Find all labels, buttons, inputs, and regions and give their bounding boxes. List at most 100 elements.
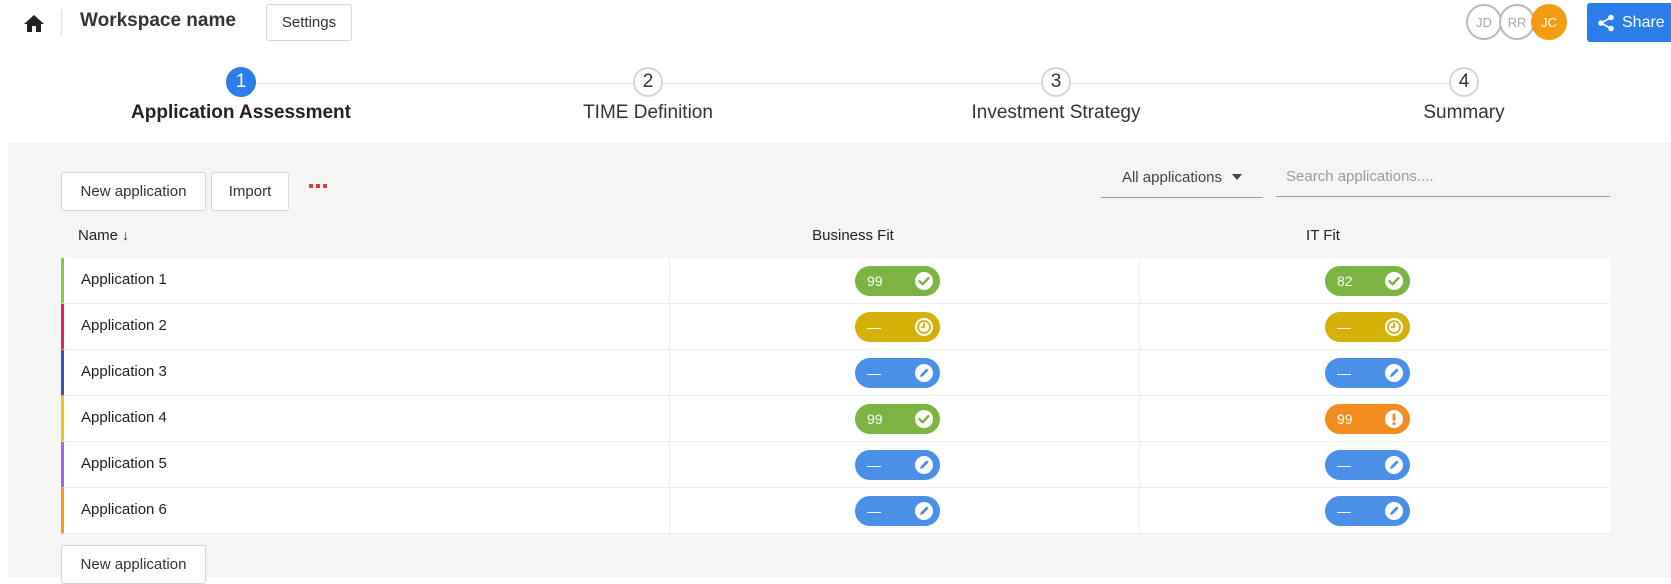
step-summary[interactable]: 4 Summary	[1314, 67, 1614, 124]
it-fit-value: —	[1337, 319, 1351, 335]
workspace-name[interactable]: Workspace name	[80, 10, 236, 32]
it-fit-value: —	[1337, 365, 1351, 381]
column-divider	[669, 396, 670, 442]
it-fit-value: 82	[1337, 273, 1353, 289]
business-fit-column-header: Business Fit	[812, 227, 894, 244]
column-divider	[669, 488, 670, 534]
it-fit-pill[interactable]: —	[1325, 450, 1410, 480]
step-number: 3	[1041, 67, 1071, 97]
check-circle-icon	[1384, 271, 1404, 291]
it-fit-value: —	[1337, 503, 1351, 519]
column-divider	[1139, 258, 1140, 304]
application-name[interactable]: Application 3	[81, 363, 167, 380]
filter-label: All applications	[1121, 168, 1223, 186]
import-button[interactable]: Import	[211, 172, 289, 211]
check-circle-icon	[914, 271, 934, 291]
application-name[interactable]: Application 2	[81, 317, 167, 334]
it-fit-value: 99	[1337, 411, 1353, 427]
avatar-rr[interactable]: RR	[1499, 4, 1535, 40]
pencil-icon	[914, 501, 934, 521]
table-row[interactable]: Application 3 — —	[61, 350, 1610, 396]
new-application-button-bottom[interactable]: New application	[61, 545, 206, 584]
home-icon[interactable]	[22, 12, 46, 34]
share-icon	[1598, 14, 1614, 31]
business-fit-pill[interactable]: —	[855, 358, 940, 388]
caret-down-icon	[1232, 174, 1243, 180]
wizard-stepper: 1 Application Assessment 2 TIME Definiti…	[0, 47, 1671, 143]
table-row[interactable]: Application 4 99 99	[61, 396, 1610, 442]
step-number: 1	[226, 67, 256, 97]
stepper-track	[256, 83, 1469, 84]
pencil-icon	[1384, 455, 1404, 475]
business-fit-value: —	[867, 365, 881, 381]
business-fit-pill[interactable]: —	[855, 450, 940, 480]
column-divider	[669, 350, 670, 396]
column-divider	[669, 304, 670, 350]
sort-desc-icon: ↓	[122, 227, 130, 243]
business-fit-pill[interactable]: —	[855, 312, 940, 342]
business-fit-pill[interactable]: 99	[855, 266, 940, 296]
it-fit-pill[interactable]: 99	[1325, 404, 1410, 434]
pencil-icon	[914, 363, 934, 383]
table-row[interactable]: Application 1 99 82	[61, 258, 1610, 304]
search-applications-input[interactable]	[1276, 157, 1610, 197]
business-fit-value: —	[867, 503, 881, 519]
step-number: 4	[1449, 67, 1479, 97]
column-divider	[1139, 442, 1140, 488]
top-bar: Workspace name Settings JD RR JC Share	[0, 0, 1671, 48]
it-fit-pill[interactable]: —	[1325, 496, 1410, 526]
step-label: Investment Strategy	[971, 102, 1141, 123]
column-divider	[669, 442, 670, 488]
application-name[interactable]: Application 6	[81, 501, 167, 518]
pencil-icon	[1384, 363, 1404, 383]
applications-table: Application 1 99 82 Application 2— — Applicat…	[61, 258, 1610, 534]
it-fit-column-header: IT Fit	[1306, 227, 1340, 244]
table-row[interactable]: Application 6 — —	[61, 488, 1610, 534]
it-fit-pill[interactable]: —	[1325, 312, 1410, 342]
avatar-jc[interactable]: JC	[1531, 4, 1567, 40]
share-label: Share	[1622, 13, 1665, 31]
application-name[interactable]: Application 1	[81, 271, 167, 288]
it-fit-value: —	[1337, 457, 1351, 473]
clock-icon	[1384, 317, 1404, 337]
it-fit-pill[interactable]: —	[1325, 358, 1410, 388]
step-application-assessment[interactable]: 1 Application Assessment	[91, 67, 391, 124]
name-column-header[interactable]: Name ↓	[78, 227, 129, 244]
topbar-divider	[61, 10, 62, 36]
column-divider	[1139, 304, 1140, 350]
business-fit-value: 99	[867, 273, 883, 289]
application-filter-dropdown[interactable]: All applications	[1101, 157, 1263, 198]
settings-button[interactable]: Settings	[266, 4, 352, 41]
business-fit-pill[interactable]: —	[855, 496, 940, 526]
check-circle-icon	[914, 409, 934, 429]
step-time-definition[interactable]: 2 TIME Definition	[498, 67, 798, 124]
name-header-label: Name	[78, 227, 119, 244]
business-fit-value: —	[867, 457, 881, 473]
exclamation-icon	[1384, 409, 1404, 429]
business-fit-value: 99	[867, 411, 883, 427]
application-name[interactable]: Application 4	[81, 409, 167, 426]
new-application-button[interactable]: New application	[61, 172, 206, 211]
pencil-icon	[914, 455, 934, 475]
table-row[interactable]: Application 2 — —	[61, 304, 1610, 350]
column-divider	[669, 258, 670, 304]
clock-icon	[914, 317, 934, 337]
column-divider	[1139, 488, 1140, 534]
avatar-jd[interactable]: JD	[1466, 4, 1502, 40]
more-dots-icon[interactable]	[308, 182, 328, 190]
main-panel: New application Import All applications …	[8, 143, 1671, 584]
step-label: TIME Definition	[583, 102, 713, 123]
pencil-icon	[1384, 501, 1404, 521]
it-fit-pill[interactable]: 82	[1325, 266, 1410, 296]
step-label: Application Assessment	[131, 102, 351, 123]
table-row[interactable]: Application 5 — —	[61, 442, 1610, 488]
step-number: 2	[633, 67, 663, 97]
business-fit-pill[interactable]: 99	[855, 404, 940, 434]
step-investment-strategy[interactable]: 3 Investment Strategy	[906, 67, 1206, 124]
column-divider	[1139, 350, 1140, 396]
business-fit-value: —	[867, 319, 881, 335]
application-name[interactable]: Application 5	[81, 455, 167, 472]
step-label: Summary	[1423, 102, 1505, 123]
column-divider	[1139, 396, 1140, 442]
share-button[interactable]: Share	[1587, 3, 1671, 42]
